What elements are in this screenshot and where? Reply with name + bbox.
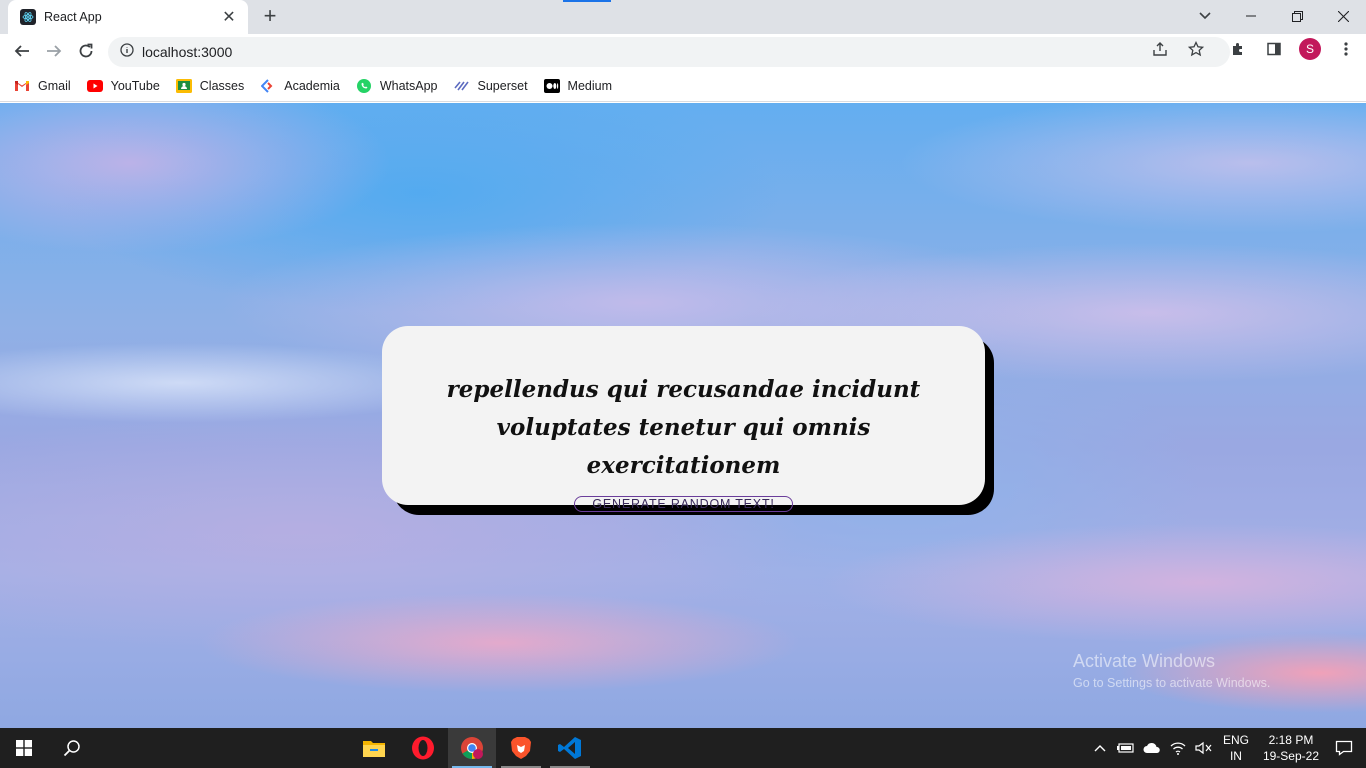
activate-windows-watermark: Activate Windows Go to Settings to activ…: [1073, 651, 1271, 690]
bookmark-medium[interactable]: Medium: [543, 78, 612, 94]
bookmark-youtube[interactable]: YouTube: [86, 78, 160, 94]
speaker-muted-icon[interactable]: [1192, 736, 1216, 760]
whatsapp-icon: [356, 78, 372, 94]
bookmark-classes[interactable]: Classes: [175, 78, 244, 94]
extensions-puzzle-icon[interactable]: [1226, 37, 1250, 61]
onedrive-cloud-icon[interactable]: [1140, 736, 1164, 760]
academia-icon: [260, 78, 276, 94]
bookmarks-bar: Gmail YouTube Classes Academia WhatsApp …: [0, 70, 1366, 102]
chrome-browser-icon[interactable]: [448, 728, 496, 768]
gmail-icon: [14, 78, 30, 94]
browser-tab[interactable]: React App ✕: [8, 0, 248, 34]
windows-taskbar: ENG IN 2:18 PM 19-Sep-22: [0, 728, 1366, 768]
search-icon[interactable]: [48, 728, 96, 768]
clock[interactable]: 2:18 PM 19-Sep-22: [1263, 732, 1319, 764]
vscode-icon[interactable]: [546, 728, 594, 768]
language-indicator[interactable]: ENG IN: [1223, 732, 1249, 764]
url-text: localhost:3000: [142, 44, 233, 60]
share-icon[interactable]: [1148, 37, 1172, 61]
opera-browser-icon[interactable]: [399, 728, 447, 768]
menu-kebab-icon[interactable]: [1334, 37, 1358, 61]
file-explorer-icon[interactable]: [350, 728, 398, 768]
classroom-icon: [175, 78, 192, 94]
bookmark-superset[interactable]: Superset: [453, 78, 528, 94]
browser-toolbar: localhost:3000 S: [0, 34, 1366, 70]
wifi-icon[interactable]: [1166, 736, 1190, 760]
tab-strip: React App ✕ +: [0, 0, 1366, 34]
back-arrow-icon[interactable]: [8, 37, 36, 65]
windows-start-icon[interactable]: [0, 728, 48, 768]
new-tab-button[interactable]: +: [258, 5, 282, 29]
side-panel-icon[interactable]: [1262, 37, 1286, 61]
profile-avatar[interactable]: S: [1298, 37, 1322, 61]
youtube-icon: [86, 78, 103, 94]
show-hidden-icons-chevron-icon[interactable]: [1088, 736, 1112, 760]
superset-icon: [453, 78, 470, 94]
medium-icon: [543, 78, 560, 94]
tab-close-icon[interactable]: ✕: [220, 7, 238, 27]
tab-title: React App: [44, 10, 102, 24]
forward-arrow-icon[interactable]: [40, 37, 68, 65]
system-tray: ENG IN 2:18 PM 19-Sep-22: [1087, 728, 1366, 768]
generate-random-text-button[interactable]: GENERATE RANDOM TEXT!: [574, 496, 793, 512]
bookmark-academia[interactable]: Academia: [260, 78, 340, 94]
quote-card: repellendus qui recusandae incidunt volu…: [382, 326, 985, 512]
page-background: repellendus qui recusandae incidunt volu…: [0, 103, 1366, 728]
site-info-icon[interactable]: [120, 42, 134, 62]
bookmark-whatsapp[interactable]: WhatsApp: [356, 78, 438, 94]
random-text: repellendus qui recusandae incidunt volu…: [446, 376, 921, 479]
react-logo-icon: [20, 9, 36, 25]
address-bar[interactable]: localhost:3000: [108, 37, 1230, 67]
tab-search-chevron-icon[interactable]: [1193, 4, 1217, 28]
reload-icon[interactable]: [72, 37, 100, 65]
battery-icon[interactable]: [1114, 736, 1138, 760]
minimize-button[interactable]: [1228, 0, 1274, 32]
brave-browser-icon[interactable]: [497, 728, 545, 768]
close-window-button[interactable]: [1320, 0, 1366, 32]
tab-drag-indicator: [563, 0, 611, 2]
bookmark-gmail[interactable]: Gmail: [14, 78, 71, 94]
restore-button[interactable]: [1274, 0, 1320, 32]
bookmark-star-icon[interactable]: [1184, 37, 1208, 61]
notifications-icon[interactable]: [1332, 736, 1356, 760]
